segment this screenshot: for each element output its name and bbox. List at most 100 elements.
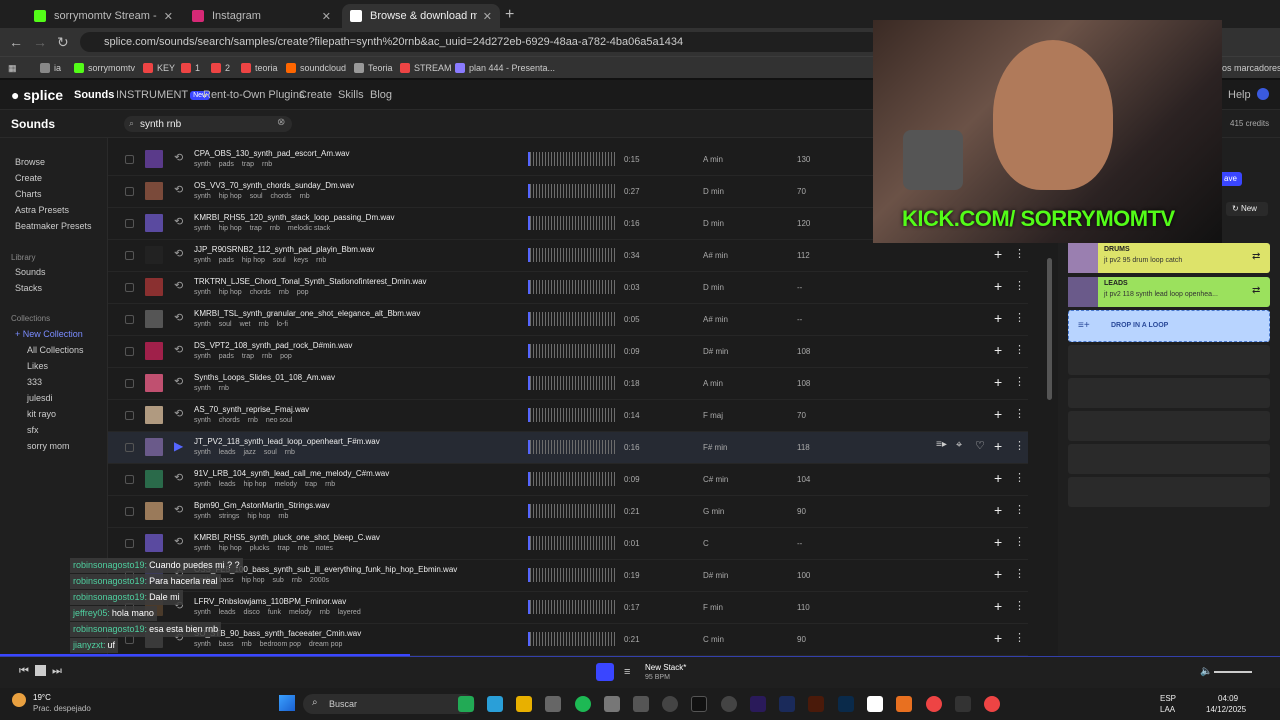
waveform[interactable] <box>528 632 616 646</box>
apps-icon[interactable]: ▦ <box>8 60 17 76</box>
more-options-icon[interactable]: ⋮ <box>1014 343 1025 356</box>
tag[interactable]: rnb <box>325 481 335 488</box>
prev-icon[interactable]: ⏮ <box>19 665 29 678</box>
empty-layer-slot[interactable] <box>1068 477 1270 507</box>
waveform[interactable] <box>528 152 616 166</box>
tag[interactable]: hip hop <box>243 481 266 488</box>
live-icon[interactable] <box>955 696 971 712</box>
photoshop-icon[interactable] <box>838 696 854 712</box>
sidebar-item-collection[interactable]: kit rayo <box>27 409 56 419</box>
sample-filename[interactable]: DS_VPT2_108_synth_pad_rock_D#min.wav <box>194 341 352 350</box>
row-checkbox[interactable] <box>125 219 134 228</box>
row-checkbox[interactable] <box>125 475 134 484</box>
tag[interactable]: pads <box>219 353 234 360</box>
tag[interactable]: keys <box>294 257 308 264</box>
avatar[interactable] <box>1257 88 1269 100</box>
row-checkbox[interactable] <box>125 411 134 420</box>
sample-filename[interactable]: JT_PV2_118_synth_lead_loop_openheart_F#m… <box>194 437 380 446</box>
tag[interactable]: wet <box>240 321 251 328</box>
tag[interactable]: chords <box>250 289 271 296</box>
tag[interactable]: hip hop <box>219 225 242 232</box>
waveform[interactable] <box>528 504 616 518</box>
tag[interactable]: bass <box>219 641 234 648</box>
sidebar-item-sounds[interactable]: Sounds <box>15 267 46 277</box>
playback-progress[interactable] <box>0 654 410 656</box>
add-icon[interactable]: + <box>994 630 1002 646</box>
sidebar-item-collection[interactable]: sfx <box>27 425 39 435</box>
add-icon[interactable]: + <box>994 534 1002 550</box>
table-row[interactable]: ⟲ KMRBI_TSL_synth_granular_one_shot_elega… <box>108 304 1028 336</box>
more-options-icon[interactable]: ⋮ <box>1014 631 1025 644</box>
nav-sounds[interactable]: Sounds <box>74 89 114 101</box>
add-icon[interactable]: + <box>994 246 1002 262</box>
sample-filename[interactable]: Synths_Loops_Slides_01_108_Am.wav <box>194 373 335 382</box>
tag[interactable]: notes <box>316 545 333 552</box>
tag[interactable]: rnb <box>292 577 302 584</box>
new-collection-button[interactable]: + New Collection <box>15 329 83 339</box>
tag[interactable]: melody <box>274 481 297 488</box>
reload-icon[interactable]: ↻ <box>57 34 69 51</box>
nav-create[interactable]: Create <box>299 89 332 101</box>
tag[interactable]: rnb <box>242 641 252 648</box>
similar-icon[interactable]: ⌖ <box>956 439 962 452</box>
tag[interactable]: lo-fi <box>277 321 288 328</box>
waveform[interactable] <box>528 376 616 390</box>
more-options-icon[interactable]: ⋮ <box>1014 247 1025 260</box>
tag[interactable]: disco <box>243 609 259 616</box>
tag[interactable]: bass <box>219 577 234 584</box>
chrome-icon[interactable] <box>926 696 942 712</box>
app-icon[interactable] <box>604 696 620 712</box>
bookmark-item[interactable]: plan 444 - Presenta... <box>455 60 555 76</box>
tag[interactable]: synth <box>194 545 211 552</box>
add-to-stack-icon[interactable]: ≡▸ <box>936 439 947 450</box>
empty-layer-slot[interactable] <box>1068 345 1270 375</box>
stack-layer-leads[interactable]: LEADS jt pv2 118 synth lead loop openhea… <box>1068 277 1270 307</box>
table-row[interactable]: ⟲ Bpm90_Gm_AstonMartin_Strings.wav synth st… <box>108 496 1028 528</box>
add-icon[interactable]: + <box>994 342 1002 358</box>
whatsapp-icon[interactable] <box>458 696 474 712</box>
tag[interactable]: pads <box>219 257 234 264</box>
back-icon[interactable]: ← <box>9 34 23 50</box>
table-row[interactable]: ⟲ JJP_R90SRNB2_112_synth_pad_playin_Bbm.w… <box>108 240 1028 272</box>
forward-icon[interactable]: → <box>33 34 47 50</box>
table-row[interactable]: ⟲ KMRBI_RHS5_synth_pluck_one_shot_bleep_C… <box>108 528 1028 560</box>
sidebar-item-charts[interactable]: Charts <box>15 189 42 199</box>
waveform[interactable] <box>528 344 616 358</box>
bookmark-item[interactable]: 2 <box>211 60 230 76</box>
add-icon[interactable]: + <box>994 502 1002 518</box>
waveform[interactable] <box>528 408 616 422</box>
tag[interactable]: trap <box>278 545 290 552</box>
tag[interactable]: rnb <box>316 257 326 264</box>
add-icon[interactable]: + <box>994 438 1002 454</box>
volume-slider[interactable] <box>1214 671 1252 673</box>
tag[interactable]: pop <box>297 289 309 296</box>
tag[interactable]: chords <box>271 193 292 200</box>
tag[interactable]: hip hop <box>219 545 242 552</box>
swap-icon[interactable]: ⇄ <box>1252 285 1260 296</box>
play-icon[interactable]: ▶ <box>174 439 183 453</box>
file-explorer-icon[interactable] <box>516 696 532 712</box>
waveform[interactable] <box>528 600 616 614</box>
lightroom-icon[interactable] <box>779 696 795 712</box>
nav-blog[interactable]: Blog <box>370 89 392 101</box>
more-options-icon[interactable]: ⋮ <box>1014 599 1025 612</box>
chrome-icon[interactable] <box>984 696 1000 712</box>
language-indicator[interactable]: ESP <box>1160 694 1176 703</box>
more-options-icon[interactable]: ⋮ <box>1014 471 1025 484</box>
row-checkbox[interactable] <box>125 283 134 292</box>
sample-filename[interactable]: KMRBI_RHS5_synth_pluck_one_shot_bleep_C.… <box>194 533 380 542</box>
row-checkbox[interactable] <box>125 379 134 388</box>
tag[interactable]: trap <box>305 481 317 488</box>
tag[interactable]: sub <box>273 577 284 584</box>
scrollbar[interactable] <box>1047 258 1052 400</box>
sample-filename[interactable]: LFRV_Rnbslowjams_110BPM_Fminor.wav <box>194 597 346 606</box>
bookmark-item[interactable]: soundcloud <box>286 60 346 76</box>
add-icon[interactable]: + <box>994 566 1002 582</box>
tag[interactable]: synth <box>194 481 211 488</box>
tag[interactable]: hip hop <box>219 289 242 296</box>
sidebar-item-likes[interactable]: Likes <box>27 361 48 371</box>
tag[interactable]: trap <box>242 353 254 360</box>
tag[interactable]: hip hop <box>242 257 265 264</box>
tag[interactable]: rnb <box>320 609 330 616</box>
sidebar-item-collection[interactable]: 333 <box>27 377 42 387</box>
